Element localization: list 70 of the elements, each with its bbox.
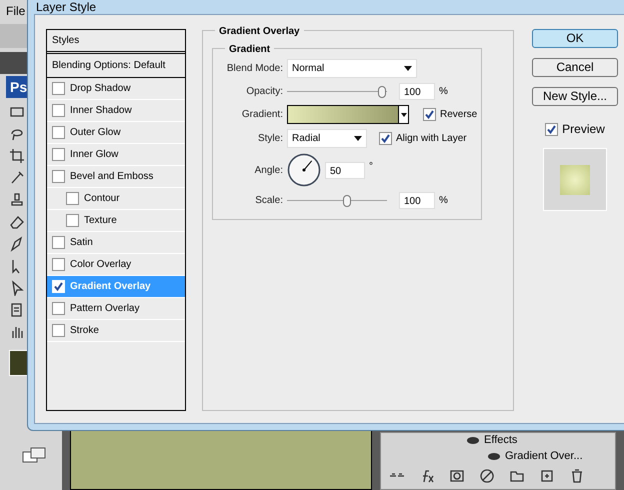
trash-icon[interactable] xyxy=(569,468,585,484)
dropdown[interactable]: Normal xyxy=(287,59,417,78)
checkbox-label: Preview xyxy=(562,121,605,138)
checkbox[interactable] xyxy=(52,258,65,271)
field-label: Blend Mode: xyxy=(226,62,283,76)
mask-icon[interactable] xyxy=(449,468,465,484)
eye-icon[interactable] xyxy=(487,452,501,460)
checkbox[interactable] xyxy=(379,132,392,145)
style-item[interactable]: Pattern Overlay xyxy=(47,298,185,320)
unit-label: % xyxy=(439,194,448,208)
preview-swatch xyxy=(543,148,607,211)
checkbox[interactable] xyxy=(66,192,79,205)
checkbox[interactable] xyxy=(52,82,65,95)
checkbox[interactable] xyxy=(52,170,65,183)
field-label: Gradient: xyxy=(240,108,283,122)
field-label: Scale: xyxy=(254,194,283,208)
window-title: Layer Style xyxy=(36,0,96,14)
slider-handle[interactable] xyxy=(378,86,386,98)
blending-options-item[interactable]: Blending Options: Default xyxy=(47,54,185,78)
unit-label: ° xyxy=(369,160,373,174)
input-field[interactable]: 50 xyxy=(325,162,365,178)
checkbox[interactable] xyxy=(52,302,65,315)
field-label: Angle: xyxy=(254,164,283,178)
input-field[interactable]: 100 xyxy=(399,192,435,209)
eye-icon[interactable] xyxy=(466,436,480,444)
slider-handle[interactable] xyxy=(343,194,351,206)
caret-icon xyxy=(404,66,412,71)
styles-header[interactable]: Styles xyxy=(47,30,185,54)
menu-item[interactable]: File xyxy=(0,2,26,20)
crop-icon[interactable] xyxy=(9,148,25,164)
style-item[interactable]: Satin xyxy=(47,232,185,254)
checkbox[interactable] xyxy=(423,108,436,121)
unit-label: % xyxy=(439,85,448,99)
arrow-icon[interactable] xyxy=(9,280,25,296)
checkbox[interactable] xyxy=(52,324,65,337)
checkbox[interactable] xyxy=(52,236,65,249)
style-item[interactable]: Outer Glow xyxy=(47,122,185,144)
style-item[interactable]: Contour xyxy=(47,188,185,210)
caret-icon xyxy=(354,136,362,141)
caret-icon xyxy=(400,112,406,116)
dropdown[interactable]: Radial xyxy=(287,129,367,148)
style-item[interactable]: Drop Shadow xyxy=(47,78,185,100)
checkbox[interactable] xyxy=(66,214,79,227)
field-label: Opacity: xyxy=(245,85,283,99)
field-label: Style: xyxy=(256,132,283,146)
style-item[interactable]: Inner Glow xyxy=(47,144,185,166)
input-field[interactable]: 100 xyxy=(399,83,435,100)
color-swatch[interactable] xyxy=(9,350,29,376)
checkbox[interactable] xyxy=(545,122,558,136)
dialog-button[interactable]: New Style... xyxy=(532,87,618,106)
stamp-icon[interactable] xyxy=(9,192,25,208)
dialog-button[interactable]: OK xyxy=(532,29,618,48)
layer-effects-label: Effects xyxy=(484,432,518,448)
style-item[interactable]: Texture xyxy=(47,210,185,232)
new-layer-icon[interactable] xyxy=(539,468,555,484)
checkbox[interactable] xyxy=(52,148,65,161)
gradient-picker[interactable] xyxy=(287,105,409,124)
dialog-button[interactable]: Cancel xyxy=(532,58,618,77)
checkbox[interactable] xyxy=(52,126,65,139)
checkbox-label: Align with Layer xyxy=(396,132,467,146)
layer-effect-item[interactable]: Gradient Over... xyxy=(505,448,583,464)
style-item[interactable]: Bevel and Emboss xyxy=(47,166,185,188)
checkbox[interactable] xyxy=(52,104,65,117)
group-title: Gradient Overlay xyxy=(215,24,304,39)
style-item[interactable]: Inner Shadow xyxy=(47,100,185,122)
eraser-icon[interactable] xyxy=(9,214,25,230)
style-item[interactable]: Stroke xyxy=(47,320,185,342)
angle-dial[interactable] xyxy=(287,153,321,187)
checkbox-label: Reverse xyxy=(440,108,478,122)
pen-icon[interactable] xyxy=(9,236,25,252)
